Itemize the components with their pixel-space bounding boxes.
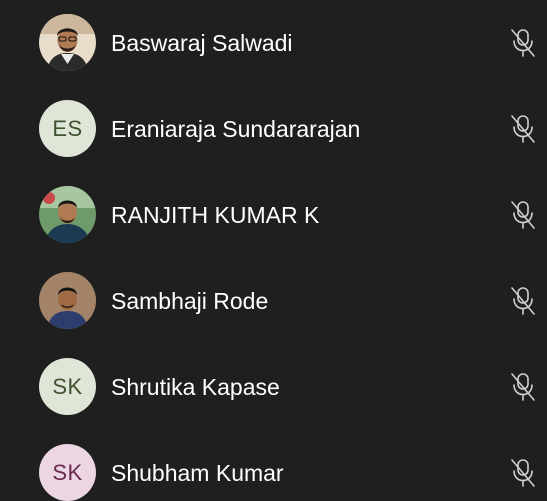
participant-row[interactable]: Sambhaji Rode	[0, 258, 547, 344]
participant-name: Shrutika Kapase	[111, 374, 280, 400]
avatar: SK	[39, 358, 96, 415]
participant-list: Baswaraj Salwadi ES Eraniaraja Sundarara…	[0, 0, 547, 501]
mic-off-icon[interactable]	[508, 285, 538, 317]
participant-row[interactable]: SK Shrutika Kapase	[0, 344, 547, 430]
avatar-initials: ES	[52, 115, 83, 141]
participant-name: Baswaraj Salwadi	[111, 30, 293, 56]
avatar-initials: SK	[52, 373, 83, 399]
avatar-photo-icon	[39, 14, 96, 71]
participant-row[interactable]: ES Eraniaraja Sundararajan	[0, 86, 547, 172]
mic-off-icon[interactable]	[508, 457, 538, 489]
mic-off-icon[interactable]	[508, 27, 538, 59]
avatar-initials: SK	[52, 459, 83, 485]
mic-off-icon[interactable]	[508, 113, 538, 145]
avatar: SK	[39, 444, 96, 501]
avatar	[39, 186, 96, 243]
participant-row[interactable]: RANJITH KUMAR K	[0, 172, 547, 258]
participant-row[interactable]: Baswaraj Salwadi	[0, 0, 547, 86]
participant-row[interactable]: SK Shubham Kumar	[0, 430, 547, 501]
participant-name: Shubham Kumar	[111, 460, 284, 486]
participant-name: Sambhaji Rode	[111, 288, 269, 314]
avatar	[39, 14, 96, 71]
mic-off-icon[interactable]	[508, 371, 538, 403]
participant-name: Eraniaraja Sundararajan	[111, 116, 361, 142]
participant-name: RANJITH KUMAR K	[111, 202, 320, 228]
mic-off-icon[interactable]	[508, 199, 538, 231]
avatar-photo-icon	[39, 186, 96, 243]
avatar: ES	[39, 100, 96, 157]
avatar	[39, 272, 96, 329]
avatar-photo-icon	[39, 272, 96, 329]
